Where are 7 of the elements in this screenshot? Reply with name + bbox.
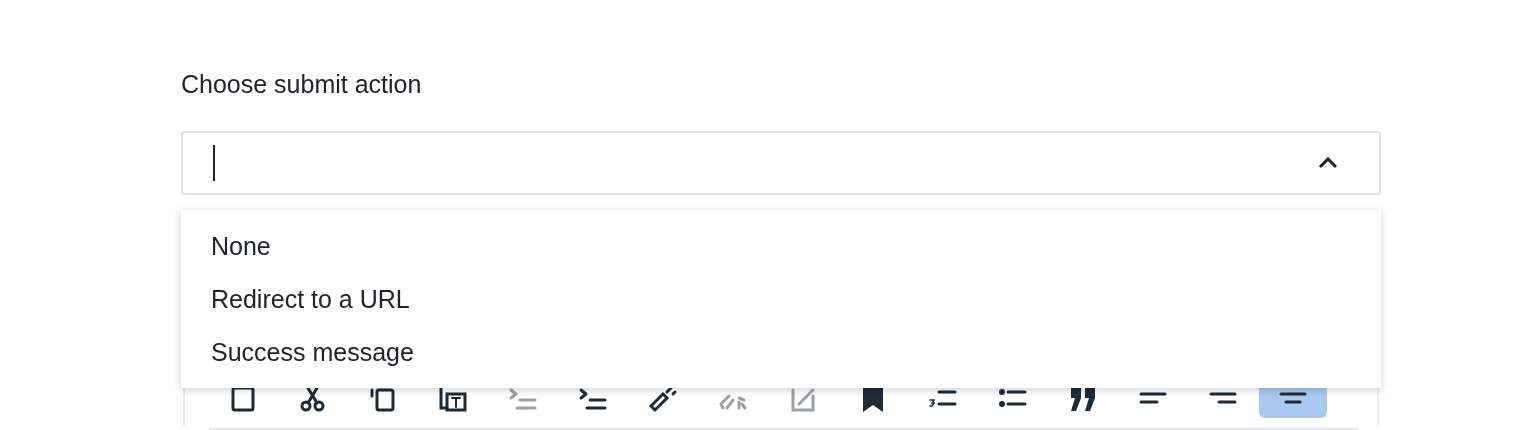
menu-option[interactable]: Redirect to a URL	[181, 273, 1381, 326]
field-label: Choose submit action	[181, 69, 423, 100]
menu-option[interactable]: None	[181, 220, 1381, 273]
text-cursor	[213, 145, 215, 181]
select-field[interactable]	[181, 131, 1381, 195]
menu-option[interactable]: Success message	[181, 326, 1381, 379]
chevron-icon	[1318, 157, 1338, 169]
